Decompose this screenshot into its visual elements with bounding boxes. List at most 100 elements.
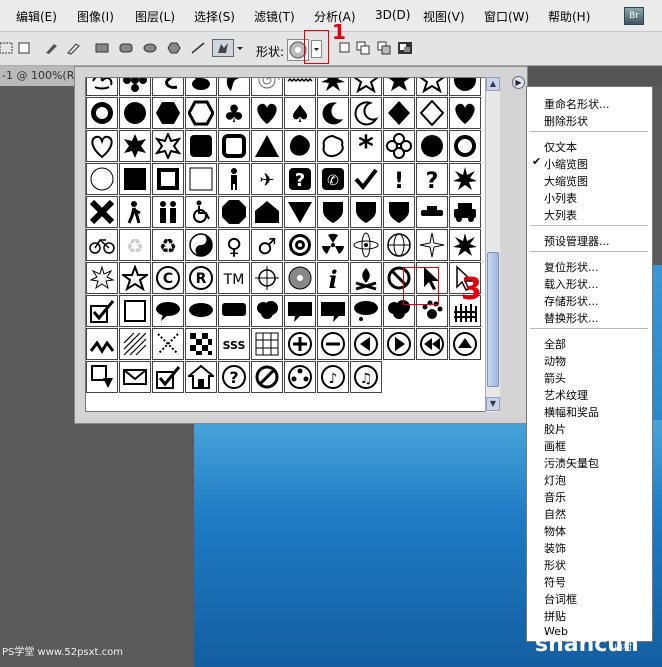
menu-delete-shape[interactable]: 删除形状 (544, 113, 588, 129)
shape-cell-ornament[interactable] (152, 78, 184, 96)
shape-cell-checkmark[interactable] (350, 163, 382, 195)
shape-cell-spade[interactable]: ♠ (284, 97, 316, 129)
ellipse-tool-icon[interactable] (142, 41, 158, 55)
shape-cell-heart-solid[interactable] (449, 97, 481, 129)
menu-load-shapes[interactable]: 载入形状... (544, 276, 599, 292)
custom-shape-tool-icon[interactable] (212, 39, 234, 57)
shape-picker-scrollbar[interactable]: ▲ ▼ (485, 77, 500, 412)
shape-cell-flower[interactable] (383, 130, 415, 162)
shape-cell-minus-circle[interactable] (317, 328, 349, 360)
shape-cell-plus-circle[interactable] (284, 328, 316, 360)
shape-cell-airplane[interactable]: ✈ (251, 163, 283, 195)
shape-cell-target[interactable] (284, 229, 316, 261)
menu-set-symbols[interactable]: 符号 (544, 574, 566, 590)
shape-cell-atom[interactable] (350, 229, 382, 261)
shape-cell-recycle[interactable]: ♻ (152, 229, 184, 261)
shape-cell-star-outline-2[interactable] (416, 78, 448, 96)
shape-cell-asterisk[interactable]: * (350, 130, 382, 162)
shape-cell-phone-sign[interactable]: ✆ (317, 163, 349, 195)
shape-cell-hatch[interactable] (119, 328, 151, 360)
shape-cell-diamond-outline[interactable] (416, 97, 448, 129)
shape-cell-copyright[interactable]: C (152, 262, 184, 294)
shape-cell-triangle-down[interactable] (284, 196, 316, 228)
shape-cell-dotted-x[interactable] (152, 328, 184, 360)
shape-cell-play-circle[interactable] (383, 328, 415, 360)
pen-tool-icon[interactable] (44, 41, 60, 55)
menu-set-grime-vector[interactable]: 污渍矢量包 (544, 455, 599, 471)
shape-cell-speech-rect[interactable] (218, 295, 250, 327)
menu-3d[interactable]: 3D(D) (375, 8, 410, 22)
menu-set-ornaments[interactable]: 装饰 (544, 540, 566, 556)
menu-set-film[interactable]: 胶片 (544, 421, 566, 437)
shape-cell-star8-outline[interactable] (152, 130, 184, 162)
shape-cell-triangle[interactable] (251, 130, 283, 162)
shape-cell-blob[interactable] (284, 130, 316, 162)
shape-cell-square-rounded[interactable] (185, 130, 217, 162)
shape-cell-speech-square[interactable] (284, 295, 316, 327)
shape-cell-circle-badge[interactable] (86, 97, 118, 129)
menu-set-arrows[interactable]: 箭头 (544, 370, 566, 386)
shape-cell-save-arrow[interactable] (86, 361, 118, 393)
shape-cell-diamond[interactable] (383, 97, 415, 129)
shape-cell-starburst[interactable] (317, 78, 349, 96)
shape-cell-home[interactable] (185, 361, 217, 393)
shape-cell-square-rounded-frame[interactable] (218, 130, 250, 162)
shape-cell-puff[interactable] (86, 262, 118, 294)
shape-cell-recycle-white[interactable]: ♻ (119, 229, 151, 261)
shape-cell-bicycle[interactable] (86, 229, 118, 261)
shape-cell-grass[interactable] (86, 328, 118, 360)
shape-cell-star-cluster[interactable] (119, 262, 151, 294)
shape-cell-car[interactable] (449, 196, 481, 228)
document-tab[interactable]: -1 @ 100%(RG (0, 66, 82, 86)
shape-cell-duck[interactable] (185, 78, 217, 96)
shape-cell-circle-thin[interactable] (86, 163, 118, 195)
shape-cell-crescent[interactable] (350, 97, 382, 129)
shape-cell-star-solid[interactable] (383, 78, 415, 96)
menu-set-banners-awards[interactable]: 横幅和奖品 (544, 404, 599, 420)
shape-cell-splat[interactable] (317, 130, 349, 162)
menu-edit[interactable]: 编辑(E) (16, 8, 57, 25)
menu-set-talk-bubbles[interactable]: 台词框 (544, 591, 577, 607)
shape-cell-square-solid[interactable] (119, 163, 151, 195)
shape-cell-shield[interactable] (317, 196, 349, 228)
shape-cell-speech-tail[interactable] (317, 295, 349, 327)
menu-set-nature[interactable]: 自然 (544, 506, 566, 522)
shape-cell-car-side[interactable] (416, 196, 448, 228)
menu-image[interactable]: 图像(I) (77, 8, 114, 25)
menu-set-shapes[interactable]: 形状 (544, 557, 566, 573)
shape-cell-person[interactable] (218, 163, 250, 195)
shape-cell-octagon[interactable] (218, 196, 250, 228)
menu-set-tiles[interactable]: 拼贴 (544, 608, 566, 624)
polygon-tool-icon[interactable] (166, 41, 182, 55)
shape-cell-globe[interactable] (383, 229, 415, 261)
shape-cell-film-reel[interactable] (284, 361, 316, 393)
freeform-pen-icon[interactable] (66, 41, 82, 55)
menu-set-artistic-textures[interactable]: 艺术纹理 (544, 387, 588, 403)
shape-cell-trademark[interactable]: TM (218, 262, 250, 294)
menu-set-frames[interactable]: 画框 (544, 438, 566, 454)
shape-cell-wheelchair[interactable] (185, 196, 217, 228)
shape-cell-speech-oval[interactable] (185, 295, 217, 327)
square-icon[interactable] (16, 41, 32, 55)
shape-cell-heart[interactable] (251, 97, 283, 129)
menu-select[interactable]: 选择(S) (194, 8, 235, 25)
shape-cell-exclamation[interactable]: ! (383, 163, 415, 195)
shape-cell-square-frame[interactable] (152, 163, 184, 195)
shape-cell-info[interactable]: i (317, 262, 349, 294)
add-mode-icon[interactable] (355, 41, 371, 55)
shape-cell-hiker[interactable] (119, 196, 151, 228)
shape-cell-campfire[interactable] (350, 262, 382, 294)
intersect-mode-icon[interactable] (376, 41, 392, 55)
shape-cell-circle-outline[interactable] (449, 130, 481, 162)
shape-cell-thought-oval[interactable] (350, 295, 382, 327)
shape-cell-question-circle[interactable]: ? (218, 361, 250, 393)
scroll-up-arrow[interactable]: ▲ (486, 77, 500, 91)
scroll-thumb[interactable] (487, 252, 499, 387)
rectangle-tool-icon[interactable] (94, 41, 110, 55)
scroll-down-arrow[interactable]: ▼ (486, 397, 500, 411)
selection-icon[interactable] (0, 41, 14, 55)
shape-cell-grid[interactable] (251, 328, 283, 360)
shape-cell-shield-2[interactable] (350, 196, 382, 228)
shape-cell-rewind[interactable] (416, 328, 448, 360)
exclude-mode-icon[interactable] (397, 41, 413, 55)
